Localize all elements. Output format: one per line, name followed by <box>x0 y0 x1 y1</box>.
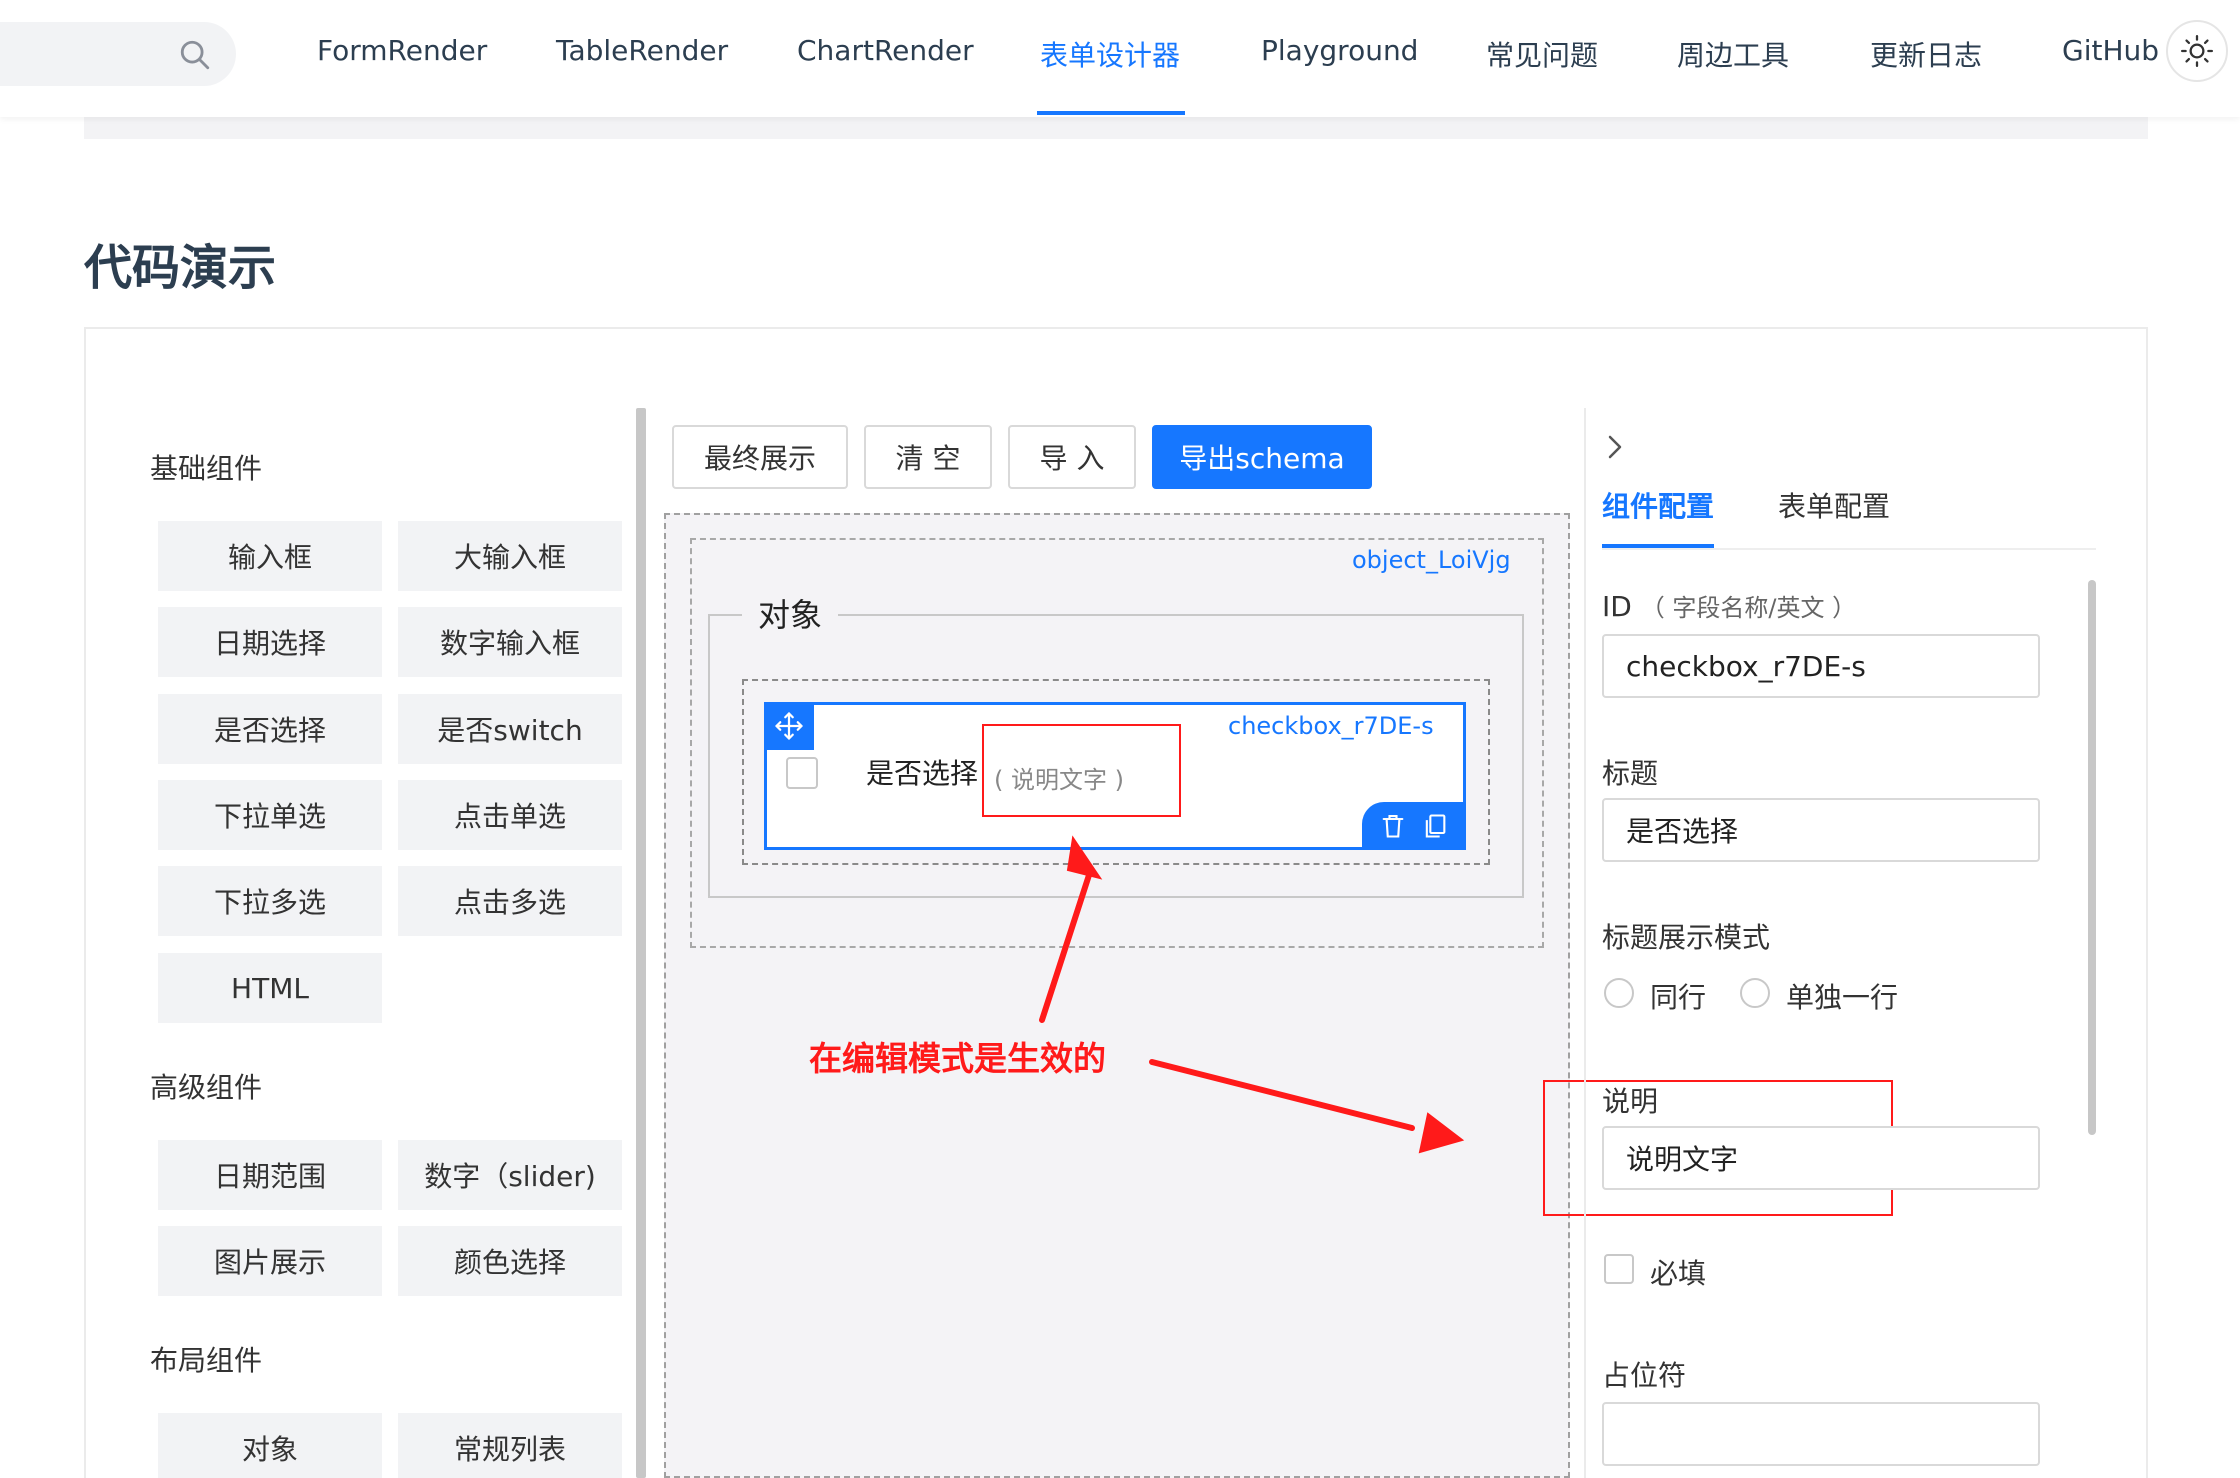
component-radio[interactable]: 点击单选 <box>398 780 622 850</box>
tab-form-config[interactable]: 表单配置 <box>1778 485 1890 525</box>
component-slider[interactable]: 数字（slider) <box>398 1140 622 1210</box>
component-image[interactable]: 图片展示 <box>158 1226 382 1296</box>
radio-inline[interactable] <box>1604 978 1634 1008</box>
page-title: 代码演示 <box>84 240 277 296</box>
delete-icon[interactable] <box>1379 812 1407 840</box>
component-checkboxes[interactable]: 点击多选 <box>398 866 622 936</box>
required-label[interactable]: 必填 <box>1650 1252 1706 1292</box>
placeholder-field-label: 占位符 <box>1602 1359 1687 1392</box>
component-select[interactable]: 下拉单选 <box>158 780 382 850</box>
group-title-layout: 布局组件 <box>150 1344 263 1377</box>
component-input[interactable]: 输入框 <box>158 521 382 591</box>
tab-baseline <box>1602 548 2096 550</box>
component-date[interactable]: 日期选择 <box>158 607 382 677</box>
theme-toggle-button[interactable] <box>2166 20 2228 82</box>
component-color[interactable]: 颜色选择 <box>398 1226 622 1296</box>
drag-handle[interactable] <box>764 702 814 750</box>
component-object[interactable]: 对象 <box>158 1413 382 1478</box>
annotation-text: 在编辑模式是生效的 <box>809 1039 1106 1078</box>
nav-github[interactable]: GitHub <box>2062 34 2159 67</box>
right-panel-scrollbar[interactable] <box>2088 580 2096 1135</box>
export-schema-button[interactable]: 导出schema <box>1152 425 1372 489</box>
group-title-basic: 基础组件 <box>150 452 263 485</box>
id-label-text: ID <box>1602 590 1632 623</box>
right-panel-divider <box>1584 408 1586 1478</box>
nav-formrender[interactable]: FormRender <box>317 34 487 67</box>
required-checkbox[interactable] <box>1604 1254 1634 1284</box>
clear-button[interactable]: 清 空 <box>864 425 992 489</box>
id-input[interactable]: checkbox_r7DE-s <box>1602 634 2040 698</box>
group-title-advanced: 高级组件 <box>150 1071 263 1104</box>
top-navbar: FormRender TableRender ChartRender 表单设计器… <box>0 0 2240 117</box>
nav-chartrender[interactable]: ChartRender <box>797 34 974 67</box>
chevron-right-icon[interactable] <box>1604 432 1628 462</box>
object-id-label: object_LoiVjg <box>1352 546 1511 574</box>
description-input[interactable]: 说明文字 <box>1602 1126 2040 1190</box>
nav-active-underline <box>1037 111 1185 115</box>
component-multiselect[interactable]: 下拉多选 <box>158 866 382 936</box>
radio-separate-line-label[interactable]: 单独一行 <box>1786 976 1898 1016</box>
sun-icon <box>2180 34 2214 68</box>
component-textarea[interactable]: 大输入框 <box>398 521 622 591</box>
import-button[interactable]: 导 入 <box>1008 425 1136 489</box>
radio-inline-label[interactable]: 同行 <box>1650 976 1706 1016</box>
radio-separate-line[interactable] <box>1740 978 1770 1008</box>
object-title: 对象 <box>742 590 839 636</box>
nav-tools[interactable]: 周边工具 <box>1677 34 1789 74</box>
component-list[interactable]: 常规列表 <box>398 1413 622 1478</box>
title-mode-label: 标题展示模式 <box>1602 921 1771 954</box>
nav-changelog[interactable]: 更新日志 <box>1870 34 1982 74</box>
title-input[interactable]: 是否选择 <box>1602 798 2040 862</box>
field-checkbox[interactable] <box>786 757 818 789</box>
component-number[interactable]: 数字输入框 <box>398 607 622 677</box>
annotation-box-description <box>982 724 1181 817</box>
left-panel-scrollbar[interactable] <box>636 408 646 1478</box>
preview-button[interactable]: 最终展示 <box>672 425 848 489</box>
component-daterange[interactable]: 日期范围 <box>158 1140 382 1210</box>
component-checkbox[interactable]: 是否选择 <box>158 694 382 764</box>
nav-bottom-strip <box>84 117 2148 139</box>
search-box[interactable] <box>0 22 236 86</box>
placeholder-input[interactable] <box>1602 1402 2040 1466</box>
nav-form-designer[interactable]: 表单设计器 <box>1040 34 1180 74</box>
tab-active-underline <box>1602 544 1714 548</box>
component-html[interactable]: HTML <box>158 953 382 1023</box>
nav-playground[interactable]: Playground <box>1261 34 1418 67</box>
search-icon[interactable] <box>178 38 212 72</box>
field-actions <box>1362 802 1466 850</box>
title-field-label: 标题 <box>1602 757 1659 790</box>
field-id-label: checkbox_r7DE-s <box>1228 712 1434 740</box>
nav-tablerender[interactable]: TableRender <box>556 34 728 67</box>
field-label: 是否选择 <box>866 757 979 790</box>
copy-icon[interactable] <box>1421 812 1449 840</box>
tab-component-config[interactable]: 组件配置 <box>1602 485 1714 525</box>
move-icon <box>775 712 803 740</box>
id-label-hint: （ 字段名称/英文 ） <box>1640 594 1857 622</box>
nav-faq[interactable]: 常见问题 <box>1486 34 1598 74</box>
id-field-label: ID （ 字段名称/英文 ） <box>1602 588 1856 623</box>
component-switch[interactable]: 是否switch <box>398 694 622 764</box>
description-field-label: 说明 <box>1602 1085 1659 1118</box>
